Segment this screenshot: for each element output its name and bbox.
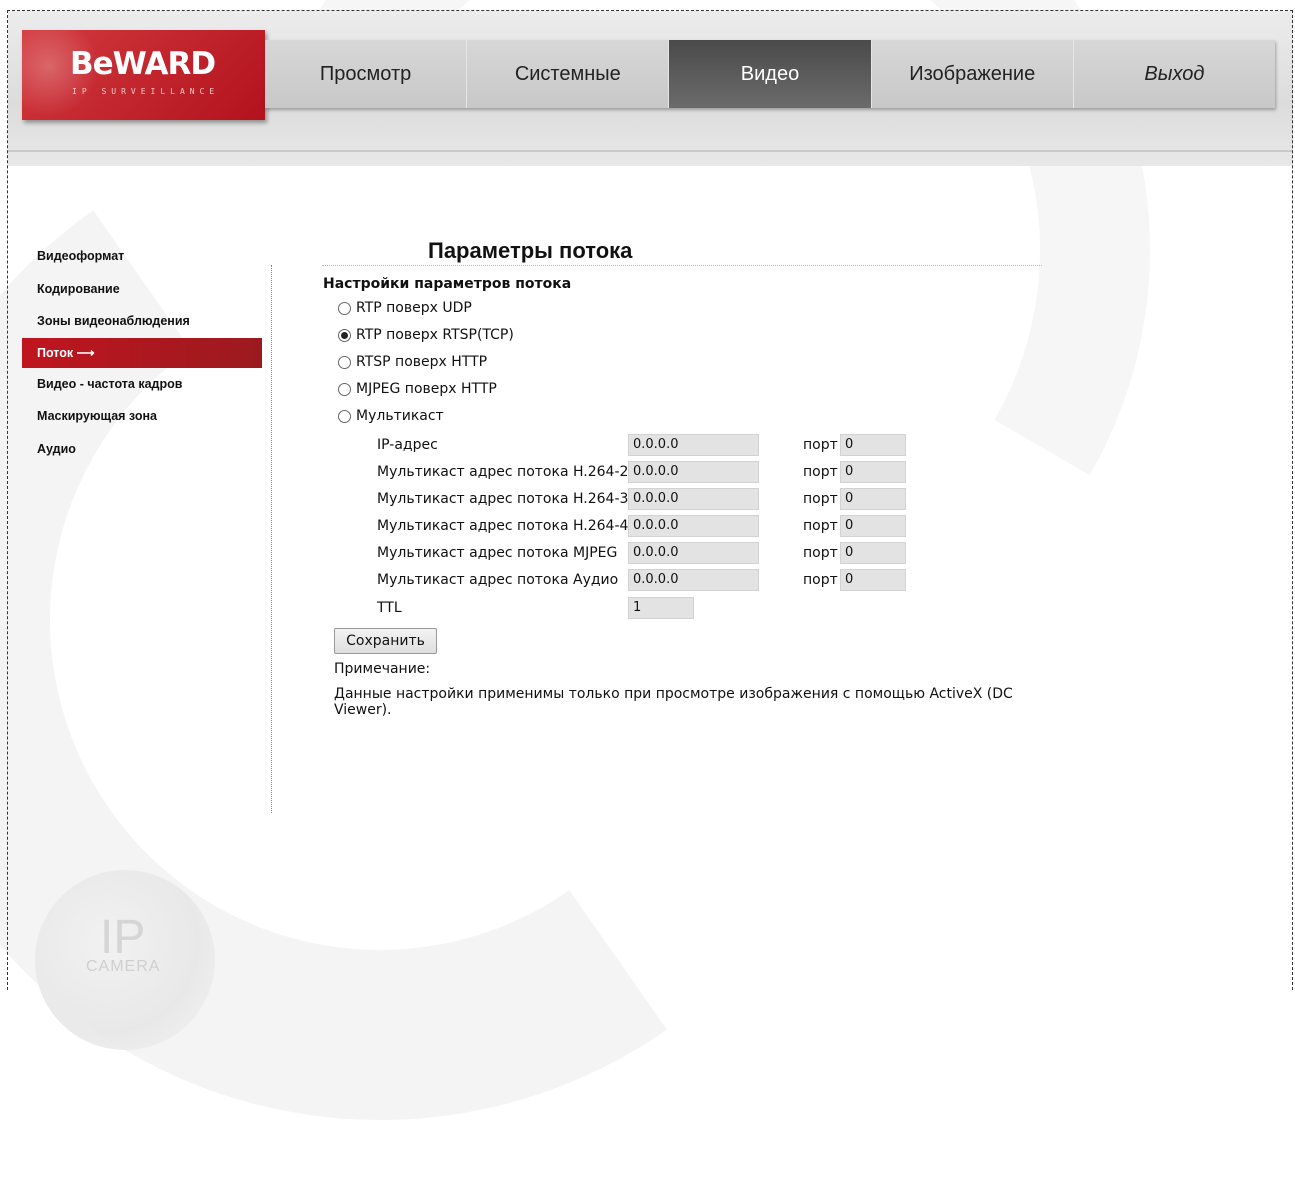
page-frame: [7, 10, 1293, 990]
